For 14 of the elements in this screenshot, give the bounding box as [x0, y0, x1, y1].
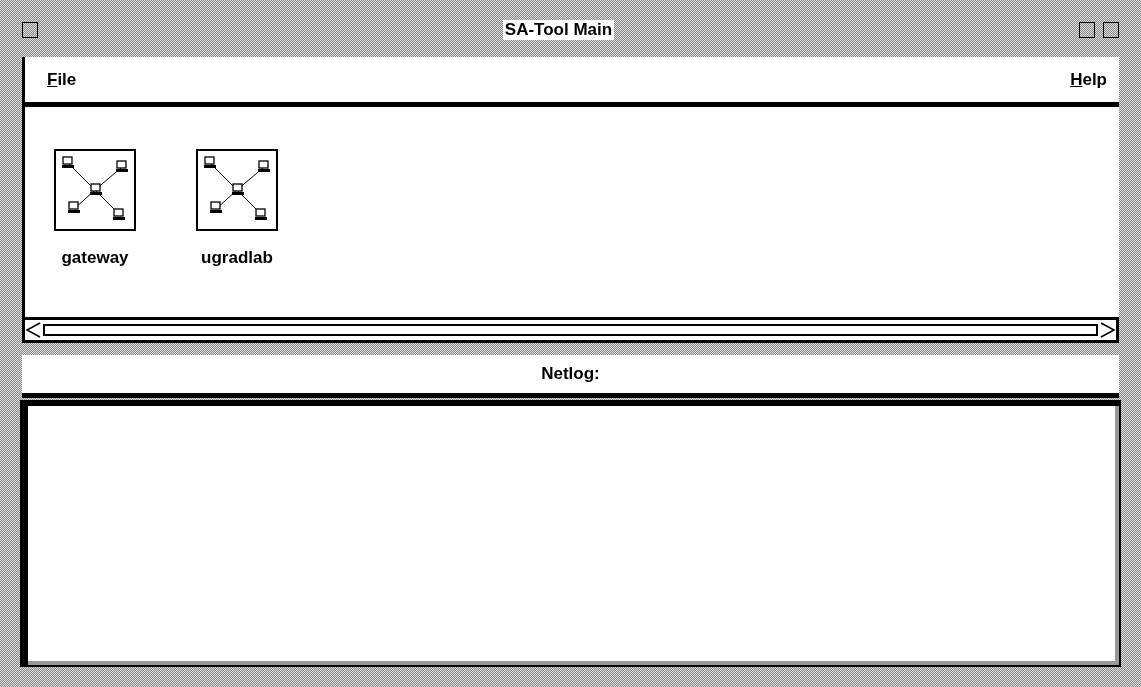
- scroll-right-icon[interactable]: [1098, 321, 1116, 339]
- netlog-label: Netlog:: [541, 363, 600, 386]
- window-menu-button[interactable]: [22, 21, 38, 38]
- minimize-button[interactable]: [1079, 21, 1095, 38]
- window-title: SA-Tool Main: [502, 19, 615, 40]
- host-label: ugradlab: [201, 247, 273, 269]
- menu-item[interactable]: File: [47, 66, 77, 93]
- maximize-button[interactable]: [1103, 21, 1119, 38]
- horizontal-scrollbar[interactable]: [22, 317, 1119, 343]
- network-icon[interactable]: [196, 149, 278, 231]
- host-label: gateway: [61, 247, 129, 269]
- scroll-left-icon[interactable]: [25, 321, 43, 339]
- menu-item[interactable]: Help: [1070, 66, 1107, 93]
- network-icon[interactable]: [54, 149, 136, 231]
